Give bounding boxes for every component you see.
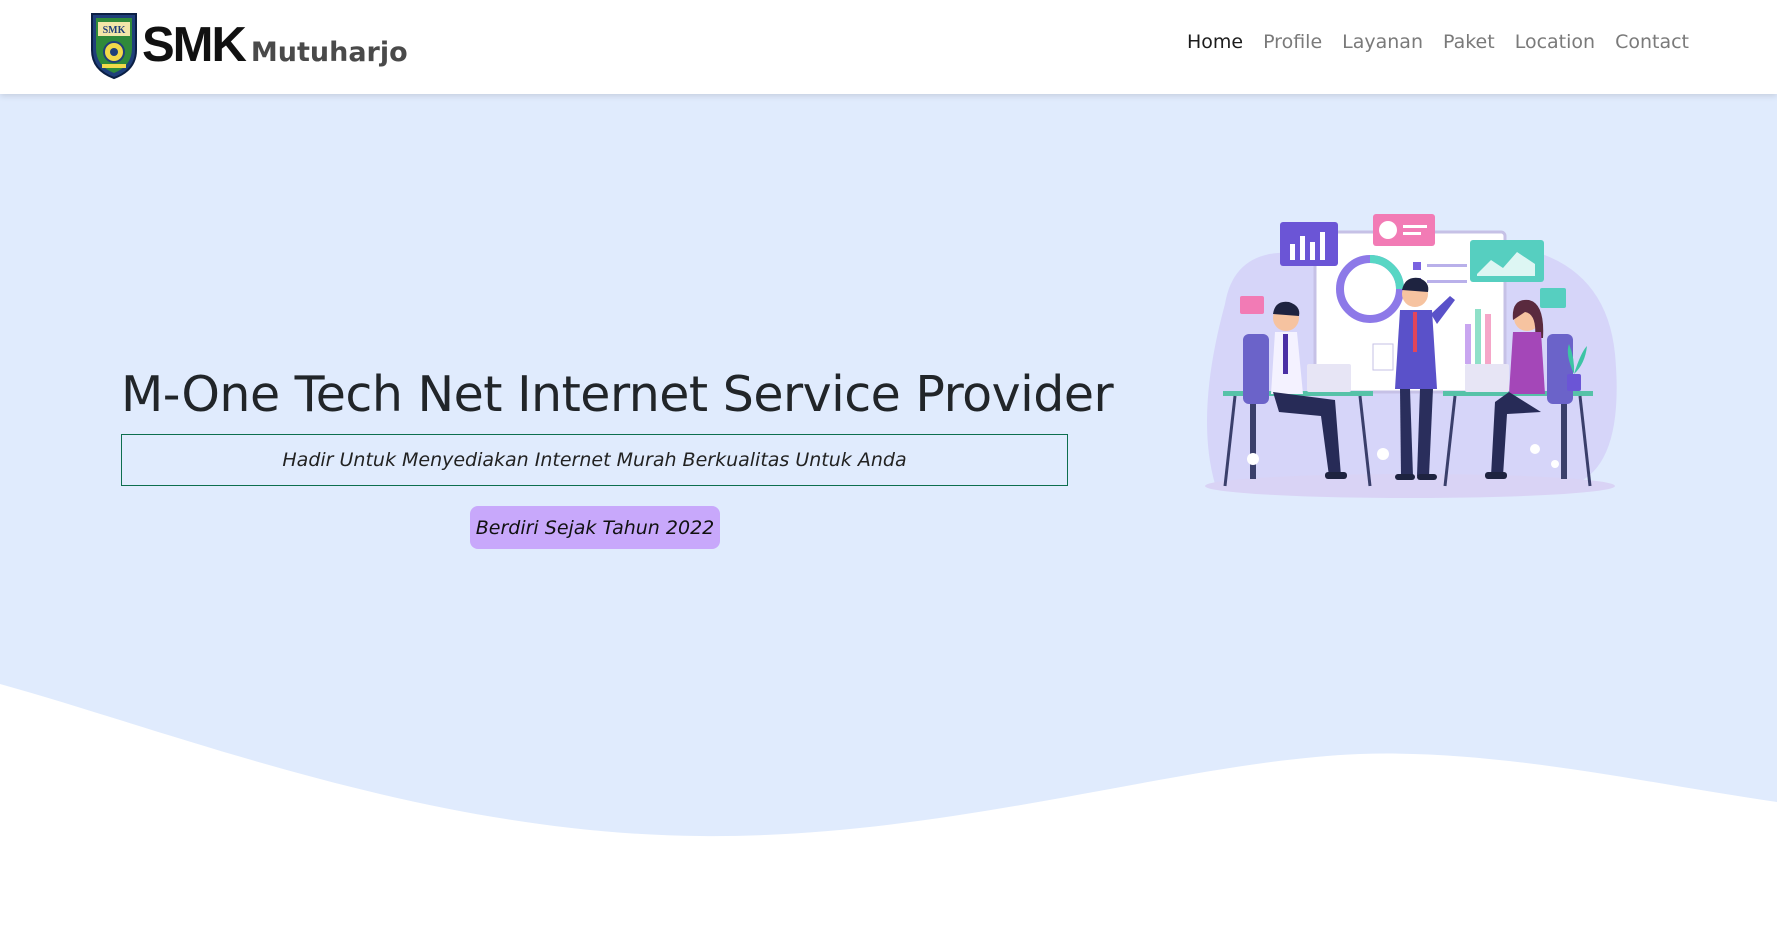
brand-logo[interactable]: SMK SMK Mutuharjo — [88, 10, 408, 80]
nav-paket[interactable]: Paket — [1443, 31, 1495, 53]
hero-subtitle: Hadir Untuk Menyediakan Internet Murah B… — [121, 434, 1068, 486]
brand-name-text: Mutuharjo — [250, 36, 408, 68]
nav-profile[interactable]: Profile — [1263, 31, 1322, 53]
nav-contact[interactable]: Contact — [1615, 31, 1689, 53]
team-presentation-illustration — [1205, 214, 1617, 498]
school-crest-icon: SMK — [91, 13, 137, 80]
main-nav: Home Profile Layanan Paket Location Cont… — [1167, 31, 1689, 53]
nav-home[interactable]: Home — [1187, 31, 1243, 53]
founded-badge: Berdiri Sejak Tahun 2022 — [470, 506, 720, 549]
brand-smk-text: SMK — [142, 17, 247, 72]
nav-layanan[interactable]: Layanan — [1342, 31, 1423, 53]
hero-title: M-One Tech Net Internet Service Provider — [121, 366, 1114, 423]
crest-text: SMK — [103, 25, 126, 36]
nav-location[interactable]: Location — [1515, 31, 1595, 53]
hero-section: M-One Tech Net Internet Service Provider… — [0, 94, 1777, 944]
top-navbar: SMK SMK Mutuharjo Home Profile Layanan P… — [0, 0, 1777, 94]
